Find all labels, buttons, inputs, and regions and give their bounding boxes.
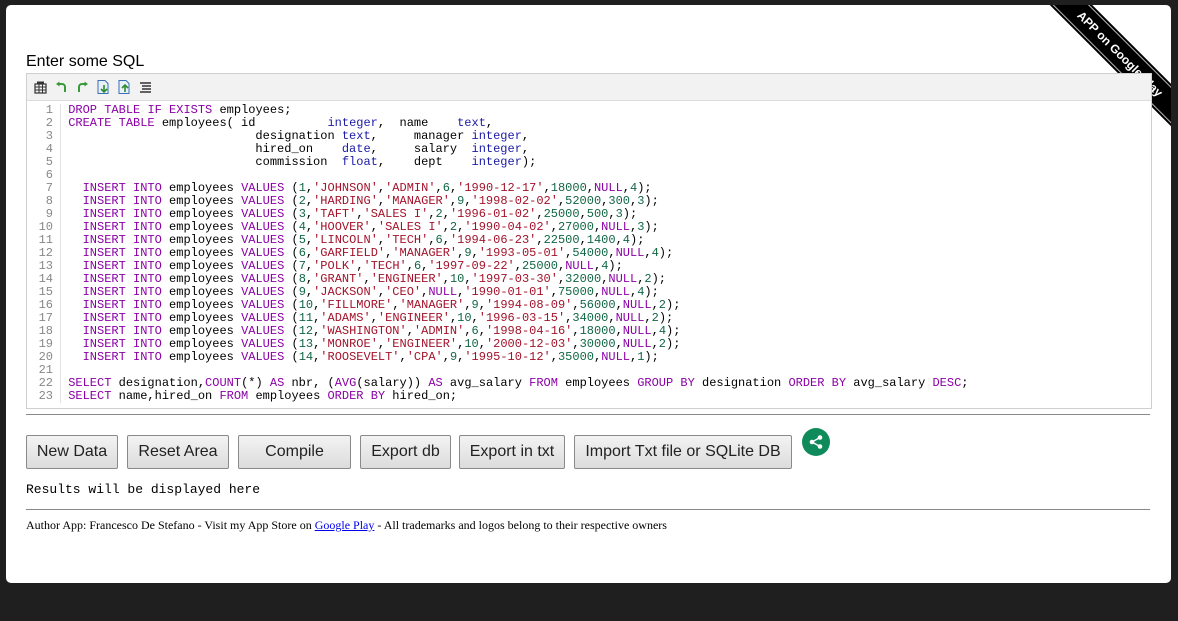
google-play-link[interactable]: Google Play bbox=[315, 518, 375, 532]
new-data-button[interactable]: New Data bbox=[26, 435, 118, 469]
format-icon[interactable] bbox=[138, 80, 152, 94]
undo-icon[interactable] bbox=[54, 80, 68, 94]
footer-trademarks: - All trademarks and logos belong to the… bbox=[374, 518, 667, 532]
reset-area-button[interactable]: Reset Area bbox=[127, 435, 229, 469]
code-line-text[interactable]: SELECT name,hired_on FROM employees ORDE… bbox=[61, 390, 457, 403]
grid-icon[interactable] bbox=[33, 80, 47, 94]
editor-toolbar bbox=[27, 74, 1151, 101]
file-import-icon[interactable] bbox=[96, 80, 110, 94]
footer-author: Author App: Francesco De Stefano - Visit… bbox=[26, 518, 315, 532]
line-number: 3 bbox=[27, 130, 61, 143]
sql-editor[interactable]: 1 DROP TABLE IF EXISTS employees; 2 CREAT… bbox=[26, 73, 1152, 409]
export-db-button[interactable]: Export db bbox=[360, 435, 451, 469]
line-number: 6 bbox=[27, 169, 61, 182]
compile-button[interactable]: Compile bbox=[238, 435, 351, 469]
share-icon bbox=[809, 435, 823, 449]
line-number: 4 bbox=[27, 143, 61, 156]
import-button[interactable]: Import Txt file or SQLite DB bbox=[574, 435, 792, 469]
line-number: 1 bbox=[27, 104, 61, 117]
line-number: 2 bbox=[27, 117, 61, 130]
file-export-icon[interactable] bbox=[117, 80, 131, 94]
share-button[interactable] bbox=[802, 428, 830, 456]
page-title: Enter some SQL bbox=[26, 53, 145, 70]
code-line[interactable]: 20 INSERT INTO employees VALUES (14,'ROO… bbox=[27, 351, 1151, 364]
app-page: APP on Google Play Enter some SQL 1 DROP… bbox=[6, 5, 1171, 583]
bottom-divider bbox=[26, 509, 1150, 510]
footer: Author App: Francesco De Stefano - Visit… bbox=[26, 518, 667, 533]
line-number: 5 bbox=[27, 156, 61, 169]
code-line[interactable]: 23 SELECT name,hired_on FROM employees O… bbox=[27, 390, 1151, 403]
code-line[interactable]: 5 commission float, dept integer); bbox=[27, 156, 1151, 169]
export-txt-button[interactable]: Export in txt bbox=[459, 435, 565, 469]
code-area[interactable]: 1 DROP TABLE IF EXISTS employees; 2 CREAT… bbox=[27, 104, 1151, 403]
line-number: 23 bbox=[27, 390, 61, 403]
code-line-text[interactable]: INSERT INTO employees VALUES (14,'ROOSEV… bbox=[61, 351, 659, 364]
line-number: 8 bbox=[27, 195, 61, 208]
results-text: Results will be displayed here bbox=[26, 482, 261, 497]
top-divider bbox=[26, 414, 1150, 415]
line-number: 7 bbox=[27, 182, 61, 195]
code-line-text[interactable]: commission float, dept integer); bbox=[61, 156, 536, 169]
redo-icon[interactable] bbox=[75, 80, 89, 94]
